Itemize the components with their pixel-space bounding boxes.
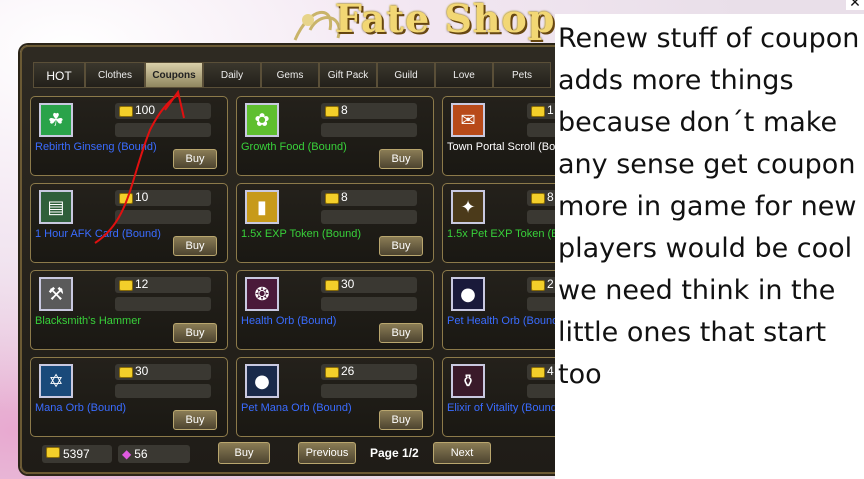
- gold-balance: 5397: [42, 445, 112, 463]
- item-price: 10: [135, 190, 149, 204]
- item-icon: ☘: [39, 103, 73, 137]
- next-page-button[interactable]: Next: [433, 442, 491, 464]
- item-price: 100: [135, 103, 156, 117]
- item-icon: ⚒: [39, 277, 73, 311]
- item-price: 26: [341, 364, 355, 378]
- item-price: 2: [547, 277, 554, 291]
- shop-footer: 5397 ◆ 56 Buy Previous Page 1/2 Next: [30, 442, 560, 466]
- shop-item-card[interactable]: ✦ 8 1.5x Pet EXP Token (Bound): [442, 183, 623, 263]
- shop-item-card[interactable]: ✡ 30 Mana Orb (Bound) Buy: [30, 357, 228, 437]
- gold-coin-icon: [325, 106, 339, 117]
- gold-coin-icon: [119, 280, 133, 291]
- price-bar-secondary: [115, 297, 211, 311]
- buy-button[interactable]: Buy: [379, 323, 423, 343]
- shop-item-card[interactable]: ▤ 10 1 Hour AFK Card (Bound) Buy: [30, 183, 228, 263]
- item-name: Health Orb (Bound): [241, 315, 337, 327]
- item-name: Blacksmith's Hammer: [35, 315, 142, 327]
- price-bar-secondary: [321, 123, 417, 137]
- gold-coin-icon: [46, 447, 60, 458]
- page-indicator: Page 1/2: [370, 446, 419, 460]
- gem-icon: ◆: [122, 447, 132, 461]
- tab-guild[interactable]: Guild: [377, 62, 435, 88]
- gold-balance-value: 5397: [63, 447, 90, 461]
- shop-item-card[interactable]: ⚒ 12 Blacksmith's Hammer Buy: [30, 270, 228, 350]
- shop-item-card[interactable]: ● 26 Pet Mana Orb (Bound) Buy: [236, 357, 434, 437]
- buy-button[interactable]: Buy: [379, 236, 423, 256]
- category-tabs: HOT Clothes Coupons Daily Gems Gift Pack Guild…: [33, 62, 563, 88]
- item-name: Pet Mana Orb (Bound): [241, 402, 352, 414]
- item-price: 8: [547, 190, 554, 204]
- buy-button[interactable]: Buy: [173, 410, 217, 430]
- item-icon: ●: [451, 277, 485, 311]
- item-icon: ✿: [245, 103, 279, 137]
- price-bar-secondary: [115, 123, 211, 137]
- footer-buy-button[interactable]: Buy: [218, 442, 270, 464]
- price-bar-secondary: [321, 210, 417, 224]
- gold-coin-icon: [325, 367, 339, 378]
- previous-page-button[interactable]: Previous: [298, 442, 356, 464]
- gold-coin-icon: [531, 193, 545, 204]
- tab-clothes[interactable]: Clothes: [85, 62, 145, 88]
- gold-coin-icon: [531, 280, 545, 291]
- gem-balance: ◆ 56: [118, 445, 190, 463]
- gold-coin-icon: [119, 367, 133, 378]
- item-name: Rebirth Ginseng (Bound): [35, 141, 157, 153]
- gold-coin-icon: [325, 280, 339, 291]
- item-name: 1 Hour AFK Card (Bound): [35, 228, 161, 240]
- tab-gift-pack[interactable]: Gift Pack: [319, 62, 377, 88]
- item-price: 8: [341, 103, 348, 117]
- item-price: 8: [341, 190, 348, 204]
- item-icon: ▤: [39, 190, 73, 224]
- tab-daily[interactable]: Daily: [203, 62, 261, 88]
- gold-coin-icon: [325, 193, 339, 204]
- buy-button[interactable]: Buy: [379, 410, 423, 430]
- gold-coin-icon: [531, 106, 545, 117]
- item-name: Growth Food (Bound): [241, 141, 347, 153]
- item-name: Mana Orb (Bound): [35, 402, 127, 414]
- item-icon: ✡: [39, 364, 73, 398]
- item-icon: ⚱: [451, 364, 485, 398]
- item-price: 30: [341, 277, 355, 291]
- item-icon: ▮: [245, 190, 279, 224]
- buy-button[interactable]: Buy: [173, 236, 217, 256]
- item-name: 1.5x EXP Token (Bound): [241, 228, 362, 240]
- item-icon: ✦: [451, 190, 485, 224]
- shop-item-card[interactable]: ❂ 30 Health Orb (Bound) Buy: [236, 270, 434, 350]
- tab-love[interactable]: Love: [435, 62, 493, 88]
- item-price: 12: [135, 277, 149, 291]
- shop-title: Fate Shop: [335, 0, 556, 41]
- item-price: 4: [547, 364, 554, 378]
- close-icon[interactable]: ✕: [846, 0, 864, 10]
- annotation-text: Renew stuff of coupon adds more things b…: [558, 23, 860, 390]
- item-icon: ●: [245, 364, 279, 398]
- shop-item-card[interactable]: ☘ 100 Rebirth Ginseng (Bound) Buy: [30, 96, 228, 176]
- shop-item-card[interactable]: ▮ 8 1.5x EXP Token (Bound) Buy: [236, 183, 434, 263]
- buy-button[interactable]: Buy: [173, 149, 217, 169]
- price-bar-secondary: [321, 297, 417, 311]
- shop-item-card[interactable]: ✿ 8 Growth Food (Bound) Buy: [236, 96, 434, 176]
- price-bar-secondary: [321, 384, 417, 398]
- price-bar-secondary: [115, 210, 211, 224]
- shop-item-card[interactable]: ⚱ 4 Elixir of Vitality (Bound): [442, 357, 623, 437]
- gold-coin-icon: [531, 367, 545, 378]
- tab-coupons[interactable]: Coupons: [145, 62, 203, 88]
- shop-item-card[interactable]: ✉ 1 Town Portal Scroll (Bound): [442, 96, 623, 176]
- item-price: 1: [547, 103, 554, 117]
- price-bar-secondary: [115, 384, 211, 398]
- buy-button[interactable]: Buy: [173, 323, 217, 343]
- tab-pets[interactable]: Pets: [493, 62, 551, 88]
- tab-hot[interactable]: HOT: [33, 62, 85, 88]
- tab-gems[interactable]: Gems: [261, 62, 319, 88]
- buy-button[interactable]: Buy: [379, 149, 423, 169]
- gem-balance-value: 56: [134, 447, 148, 461]
- item-icon: ❂: [245, 277, 279, 311]
- gold-coin-icon: [119, 193, 133, 204]
- item-icon: ✉: [451, 103, 485, 137]
- gold-coin-icon: [119, 106, 133, 117]
- shop-item-card[interactable]: ● 2 Pet Health Orb (Bound): [442, 270, 623, 350]
- item-price: 30: [135, 364, 149, 378]
